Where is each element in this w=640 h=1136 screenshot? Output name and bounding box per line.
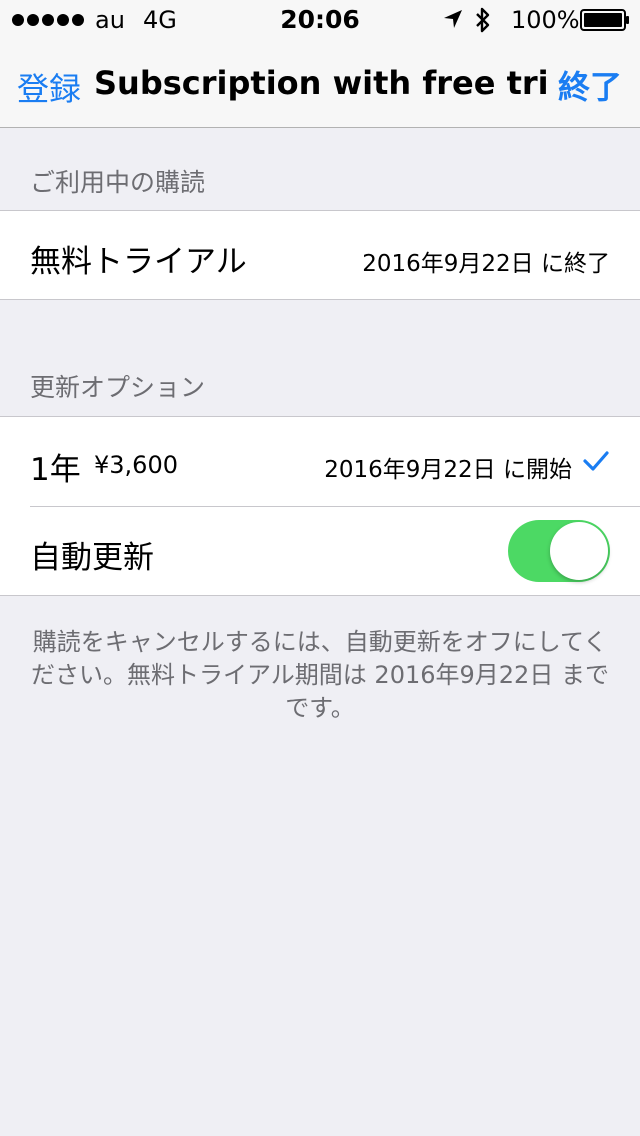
renewal-options-group: 1年 ¥3,600 2016年9月22日 に開始 自動更新	[0, 416, 640, 596]
bluetooth-icon	[476, 7, 490, 33]
status-bar: au 4G 20:06 100%	[0, 0, 640, 40]
checkmark-icon	[583, 451, 609, 471]
auto-renew-label: 自動更新	[30, 540, 154, 576]
navigation-bar: 登録 Subscription with free trial... 終了	[0, 40, 640, 128]
auto-renew-toggle[interactable]	[508, 520, 610, 582]
subscription-screen: au 4G 20:06 100% 登録 Subscription with fr…	[0, 0, 640, 1136]
location-arrow-icon	[444, 10, 462, 28]
trial-end-date: 2016年9月22日 に終了	[362, 251, 610, 277]
auto-renew-row: 自動更新	[0, 507, 640, 596]
top-bar: au 4G 20:06 100% 登録 Subscription with fr…	[0, 0, 640, 128]
register-back-button[interactable]: 登録	[17, 64, 81, 110]
current-plan-row: 無料トライアル 2016年9月22日 に終了	[0, 211, 640, 300]
toggle-knob	[550, 522, 608, 580]
renewal-start-date: 2016年9月22日 に開始	[324, 457, 572, 483]
battery-icon	[580, 9, 629, 31]
done-button[interactable]: 終了	[558, 62, 622, 108]
renewal-options-header: 更新オプション	[30, 373, 206, 402]
page-title: Subscription with free trial...	[94, 64, 546, 102]
current-plan-label: 無料トライアル	[30, 244, 247, 280]
renewal-period-label: 1年	[30, 452, 81, 488]
current-subscription-header: ご利用中の購読	[30, 168, 206, 197]
current-subscription-group: 無料トライアル 2016年9月22日 に終了	[0, 210, 640, 300]
renewal-plan-row[interactable]: 1年 ¥3,600 2016年9月22日 に開始	[0, 417, 640, 506]
battery-percent: 100%	[511, 6, 580, 34]
cancel-instructions-note: 購読をキャンセルするには、自動更新をオフにしてください。無料トライアル期間は 2…	[31, 628, 609, 722]
renewal-price: ¥3,600	[94, 451, 178, 479]
